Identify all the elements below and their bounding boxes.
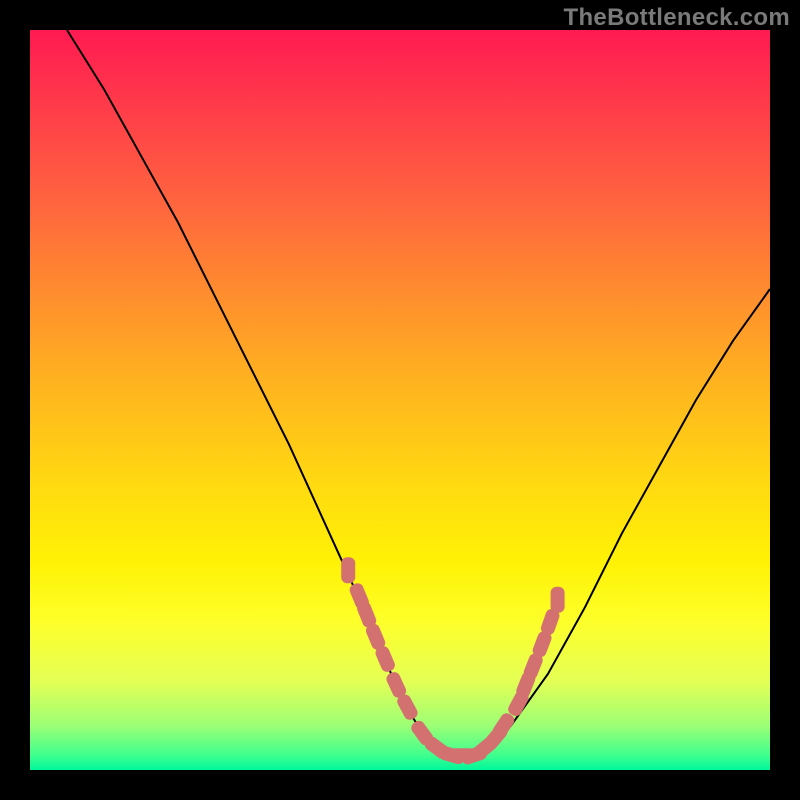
- fit-marker: [551, 587, 565, 613]
- curve-layer: [67, 30, 770, 755]
- marker-layer: [341, 557, 564, 766]
- bottleneck-curve-path: [67, 30, 770, 755]
- chart-frame: TheBottleneck.com: [0, 0, 800, 800]
- watermark-text: TheBottleneck.com: [564, 4, 790, 32]
- plot-area: [30, 30, 770, 770]
- fit-marker: [341, 557, 355, 583]
- chart-svg: [30, 30, 770, 770]
